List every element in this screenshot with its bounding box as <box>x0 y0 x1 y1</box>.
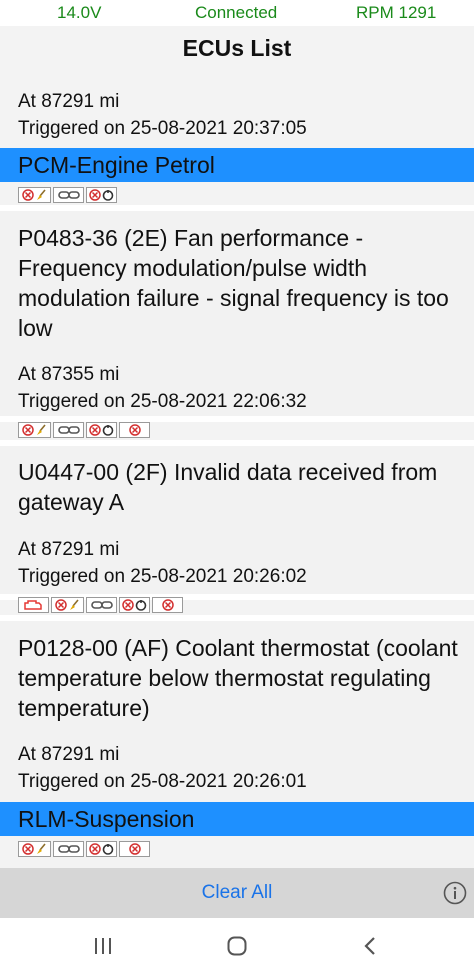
list-item[interactable]: P0128-00 (AF) Coolant thermostat (coolan… <box>0 621 474 800</box>
page-title: ECUs List <box>182 35 292 61</box>
connection-status: Connected <box>195 3 278 22</box>
dtc-triggered-time: Triggered on 25-08-2021 20:26:01 <box>18 771 307 792</box>
link-icon[interactable] <box>53 187 84 203</box>
dtc-description: P0128-00 (AF) Coolant thermostat (coolan… <box>18 635 458 721</box>
dtc-triggered-time: Triggered on 25-08-2021 20:26:02 <box>18 566 307 587</box>
engine-warning-icon[interactable] <box>18 597 49 613</box>
system-nav-bar <box>0 918 474 974</box>
cancel-icon[interactable] <box>152 597 183 613</box>
dtc-mileage: At 87355 mi <box>18 364 120 385</box>
clear-dtc-icon[interactable] <box>18 187 51 203</box>
dtc-action-icons <box>18 841 150 857</box>
ecu-header-rlm[interactable]: RLM-Suspension <box>0 802 474 836</box>
ecu-dtc-list[interactable]: At 87291 mi Triggered on 25-08-2021 20:3… <box>0 78 474 866</box>
dtc-mileage: At 87291 mi <box>18 744 120 765</box>
info-icon[interactable] <box>443 881 467 905</box>
link-icon[interactable] <box>86 597 117 613</box>
link-icon[interactable] <box>53 841 84 857</box>
dtc-mileage: At 87291 mi <box>18 91 120 112</box>
status-bar: 14.0V Connected RPM 1291 <box>0 0 474 26</box>
rpm-readout: RPM 1291 <box>356 3 437 22</box>
ecu-header-pcm[interactable]: PCM-Engine Petrol <box>0 148 474 182</box>
list-item[interactable]: U0447-00 (2F) Invalid data received from… <box>0 446 474 594</box>
clear-all-button[interactable]: Clear All <box>137 868 337 918</box>
dtc-action-icons <box>18 187 117 203</box>
link-icon[interactable] <box>53 422 84 438</box>
freeze-frame-icon[interactable] <box>119 597 150 613</box>
dtc-action-icons <box>18 597 183 613</box>
clear-dtc-icon[interactable] <box>18 422 51 438</box>
back-icon[interactable] <box>360 935 382 957</box>
clear-dtc-icon[interactable] <box>18 841 51 857</box>
dtc-description: P0483-36 (2E) Fan performance - Frequenc… <box>18 225 449 341</box>
clear-dtc-icon[interactable] <box>51 597 84 613</box>
recent-apps-icon[interactable] <box>92 935 114 957</box>
voltage-readout: 14.0V <box>57 3 102 22</box>
cancel-icon[interactable] <box>119 841 150 857</box>
home-icon[interactable] <box>226 935 248 957</box>
cancel-icon[interactable] <box>119 422 150 438</box>
list-item[interactable]: P0483-36 (2E) Fan performance - Frequenc… <box>0 211 474 416</box>
dtc-action-icons <box>18 422 150 438</box>
dtc-description: U0447-00 (2F) Invalid data received from… <box>18 459 438 515</box>
freeze-frame-icon[interactable] <box>86 187 117 203</box>
dtc-triggered-time: Triggered on 25-08-2021 20:37:05 <box>18 118 307 139</box>
freeze-frame-icon[interactable] <box>86 422 117 438</box>
dtc-mileage: At 87291 mi <box>18 539 120 560</box>
bottom-action-bar: Clear All <box>0 868 474 918</box>
freeze-frame-icon[interactable] <box>86 841 117 857</box>
dtc-triggered-time: Triggered on 25-08-2021 22:06:32 <box>18 391 307 412</box>
